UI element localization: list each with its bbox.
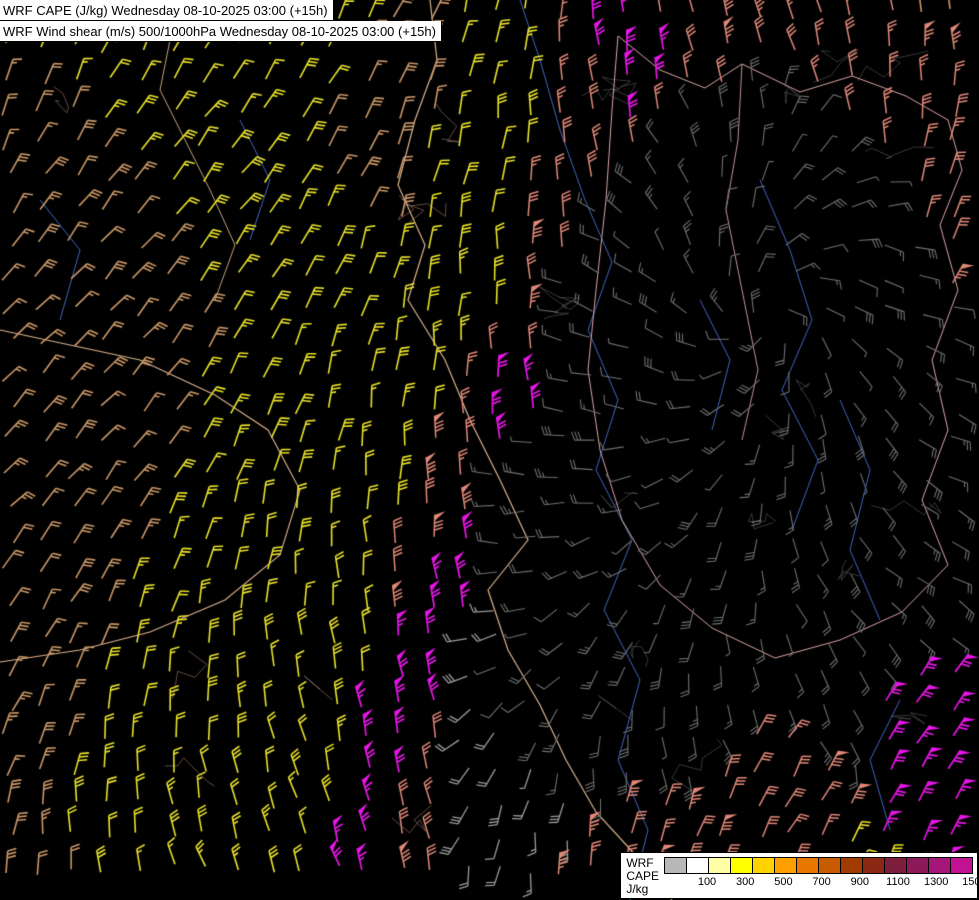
title-cape: WRF CAPE (J/kg) Wednesday 08-10-2025 03:… (0, 0, 334, 21)
legend-swatch (796, 857, 819, 874)
legend-swatch (862, 857, 885, 874)
legend-tick: 300 (736, 876, 754, 888)
legend-tick: 700 (812, 876, 830, 888)
legend-tick: 100 (698, 876, 716, 888)
legend-swatch (752, 857, 775, 874)
legend-scale: 100300500700900110013001500 (665, 855, 974, 896)
map-canvas (0, 0, 979, 900)
legend-swatch (774, 857, 797, 874)
weather-map: WRF CAPE (J/kg) Wednesday 08-10-2025 03:… (0, 0, 979, 900)
legend-swatch (686, 857, 709, 874)
legend-tick: 900 (851, 876, 869, 888)
legend-swatch (884, 857, 907, 874)
map-titles: WRF CAPE (J/kg) Wednesday 08-10-2025 03:… (0, 0, 442, 42)
legend-ticks: 100300500700900110013001500 (665, 874, 974, 889)
legend-swatches (665, 857, 974, 874)
legend-tick: 1500 (962, 876, 979, 888)
cape-legend: WRF CAPE J/kg 100 300 500 700 900 1100 1300 150… (620, 852, 978, 899)
legend-unit-label: J/kg (626, 883, 659, 896)
legend-tick: 1300 (924, 876, 948, 888)
legend-swatch (906, 857, 929, 874)
legend-swatch (928, 857, 951, 874)
legend-swatch (664, 857, 687, 874)
legend-title: WRF CAPE J/kg (624, 855, 665, 896)
legend-tick: 1100 (886, 876, 910, 888)
legend-swatch (730, 857, 753, 874)
legend-tick: 500 (774, 876, 792, 888)
legend-swatch (818, 857, 841, 874)
legend-swatch (840, 857, 863, 874)
title-wind-shear: WRF Wind shear (m/s) 500/1000hPa Wednesd… (0, 21, 442, 42)
legend-swatch (708, 857, 731, 874)
legend-swatch (950, 857, 973, 874)
